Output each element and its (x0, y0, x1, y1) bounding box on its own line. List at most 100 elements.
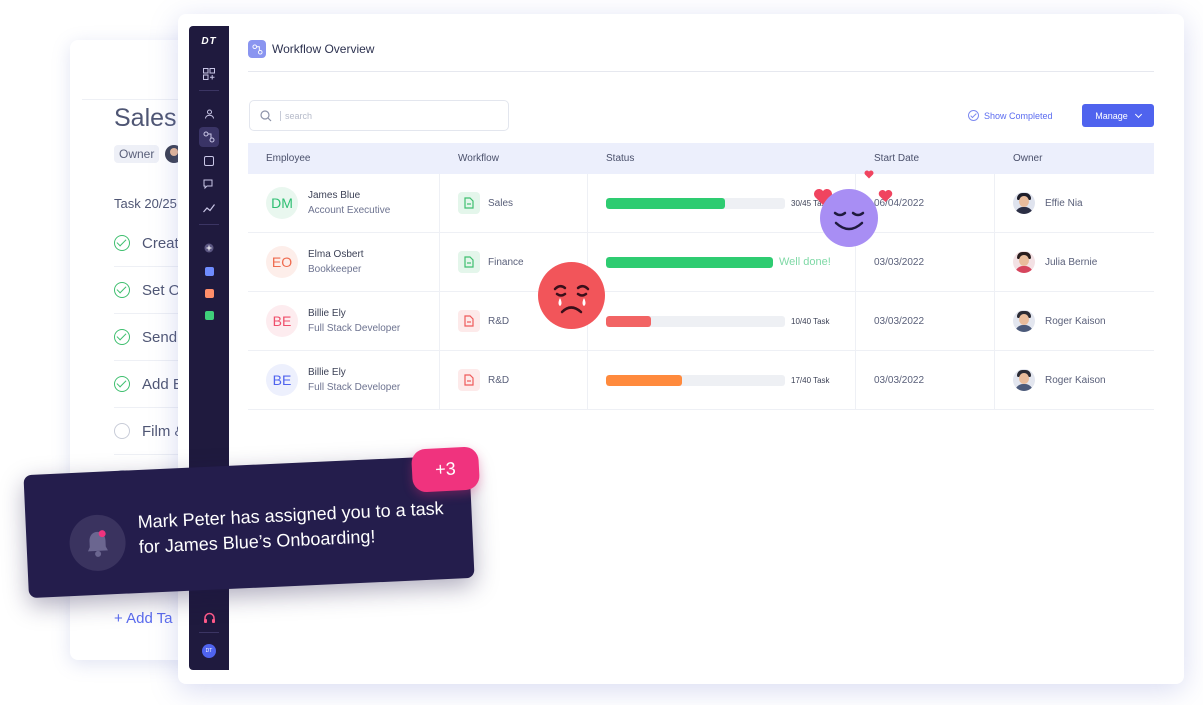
workflow-table: Employee Workflow Status Start Date Owne… (248, 143, 1154, 410)
progress-bar (606, 197, 785, 209)
employee-name[interactable]: Billie Ely (308, 308, 400, 319)
owner-avatar[interactable] (1013, 369, 1035, 391)
sidebar-divider (199, 224, 219, 225)
sidebar-divider (199, 90, 219, 91)
document-icon (458, 310, 480, 332)
headset-icon[interactable] (201, 610, 217, 626)
table-row[interactable]: DM James Blue Account Executive Sales 30/45 … (248, 174, 1154, 233)
column-employee[interactable]: Employee (248, 143, 440, 174)
app-blue-icon[interactable] (201, 263, 217, 279)
assignment-notification[interactable]: Mark Peter has assigned you to a task fo… (23, 454, 475, 599)
progress-label: 17/40 Task (791, 375, 830, 385)
sidebar-divider (199, 632, 219, 633)
employee-cell: BE Billie Ely Full Stack Developer (248, 351, 440, 409)
employee-cell: DM James Blue Account Executive (248, 174, 440, 232)
employee-cell: EO Elma Osbert Bookkeeper (248, 233, 440, 291)
check-circle-icon[interactable] (114, 329, 130, 345)
employee-role: Full Stack Developer (308, 382, 401, 393)
user-avatar[interactable]: DT (201, 643, 217, 659)
workflow-name[interactable]: R&D (488, 316, 509, 327)
team-icon[interactable] (201, 106, 217, 122)
chat-icon[interactable] (201, 176, 217, 192)
employee-info: Billie Ely Full Stack Developer (308, 367, 400, 393)
progress-label: 10/40 Task (791, 316, 830, 326)
check-circle-icon[interactable] (114, 282, 130, 298)
workflow-name[interactable]: R&D (488, 375, 509, 386)
task-label: Add E (142, 375, 183, 393)
table-header: Employee Workflow Status Start Date Owne… (248, 143, 1154, 174)
status-cell: 17/40 Task (588, 351, 856, 409)
employee-info: Billie Ely Full Stack Developer (308, 308, 400, 334)
check-circle-icon (968, 110, 979, 121)
column-start-date[interactable]: Start Date (856, 143, 995, 174)
employee-name[interactable]: Elma Osbert (308, 249, 364, 260)
status-cell: 10/40 Task (588, 292, 856, 350)
document-icon (458, 369, 480, 391)
user-initials: DT (202, 644, 216, 658)
status-cell: Well done! (588, 233, 856, 291)
column-status[interactable]: Status (588, 143, 856, 174)
owner-name: Roger Kaison (1045, 374, 1106, 386)
notification-message: Mark Peter has assigned you to a task fo… (137, 498, 444, 558)
card-title: Sales (114, 104, 177, 132)
check-circle-icon[interactable] (114, 376, 130, 392)
card-owner: Owner (114, 145, 184, 163)
owner-cell: Roger Kaison (995, 351, 1154, 409)
owner-name: Julia Bernie (1045, 256, 1098, 268)
app-logo[interactable]: DT (189, 36, 229, 47)
workflow-icon (248, 40, 266, 58)
workflow-icon[interactable] (199, 127, 219, 147)
heart-icon (864, 170, 874, 179)
employee-role: Account Executive (308, 205, 391, 216)
calendar-icon[interactable] (201, 153, 217, 169)
task-label: Creat (142, 234, 179, 252)
document-icon (458, 192, 480, 214)
app-green-icon[interactable] (201, 307, 217, 323)
show-completed-label: Show Completed (984, 110, 1053, 121)
employee-name[interactable]: James Blue (308, 190, 390, 201)
progress-label: Well done! (779, 256, 831, 268)
smiling-emoji (820, 189, 878, 247)
workflow-name[interactable]: Sales (488, 198, 513, 209)
task-label: Set O (142, 281, 181, 299)
owner-name: Roger Kaison (1045, 315, 1106, 327)
notification-count-badge[interactable]: +3 (410, 446, 481, 493)
start-date-cell: 03/03/2022 (856, 292, 995, 350)
manage-button[interactable]: Manage (1082, 104, 1154, 127)
column-workflow[interactable]: Workflow (440, 143, 588, 174)
workflow-cell: Sales (440, 174, 588, 232)
search-box[interactable] (249, 100, 509, 131)
employee-initials: BE (266, 305, 298, 337)
search-input[interactable] (280, 110, 480, 121)
workflow-name[interactable]: Finance (488, 257, 524, 268)
add-app-icon[interactable] (201, 240, 217, 256)
table-row[interactable]: BE Billie Ely Full Stack Developer R&D 17/40… (248, 351, 1154, 410)
column-owner[interactable]: Owner (995, 143, 1154, 174)
owner-avatar[interactable] (1013, 251, 1035, 273)
empty-circle-icon[interactable] (114, 423, 130, 439)
add-task-button[interactable]: + Add Ta (114, 610, 173, 627)
dashboard-icon[interactable] (201, 66, 217, 82)
progress-bar (606, 256, 773, 268)
table-row[interactable]: EO Elma Osbert Bookkeeper Finance Well done!… (248, 233, 1154, 292)
owner-avatar[interactable] (1013, 310, 1035, 332)
table-row[interactable]: BE Billie Ely Full Stack Developer R&D 10/40… (248, 292, 1154, 351)
employee-info: James Blue Account Executive (308, 190, 390, 216)
progress-bar (606, 315, 785, 327)
analytics-icon[interactable] (201, 200, 217, 216)
employee-initials: BE (266, 364, 298, 396)
workflow-cell: R&D (440, 351, 588, 409)
check-circle-icon[interactable] (114, 235, 130, 251)
employee-initials: EO (266, 246, 298, 278)
employee-cell: BE Billie Ely Full Stack Developer (248, 292, 440, 350)
app-orange-icon[interactable] (201, 285, 217, 301)
start-date-cell: 03/03/2022 (856, 351, 995, 409)
header-divider (248, 71, 1154, 72)
manage-label: Manage (1095, 110, 1128, 121)
employee-info: Elma Osbert Bookkeeper (308, 249, 364, 275)
show-completed-toggle[interactable]: Show Completed (968, 110, 1053, 121)
heart-icon (878, 190, 893, 202)
employee-name[interactable]: Billie Ely (308, 367, 400, 378)
owner-cell: Julia Bernie (995, 233, 1154, 291)
owner-avatar[interactable] (1013, 192, 1035, 214)
